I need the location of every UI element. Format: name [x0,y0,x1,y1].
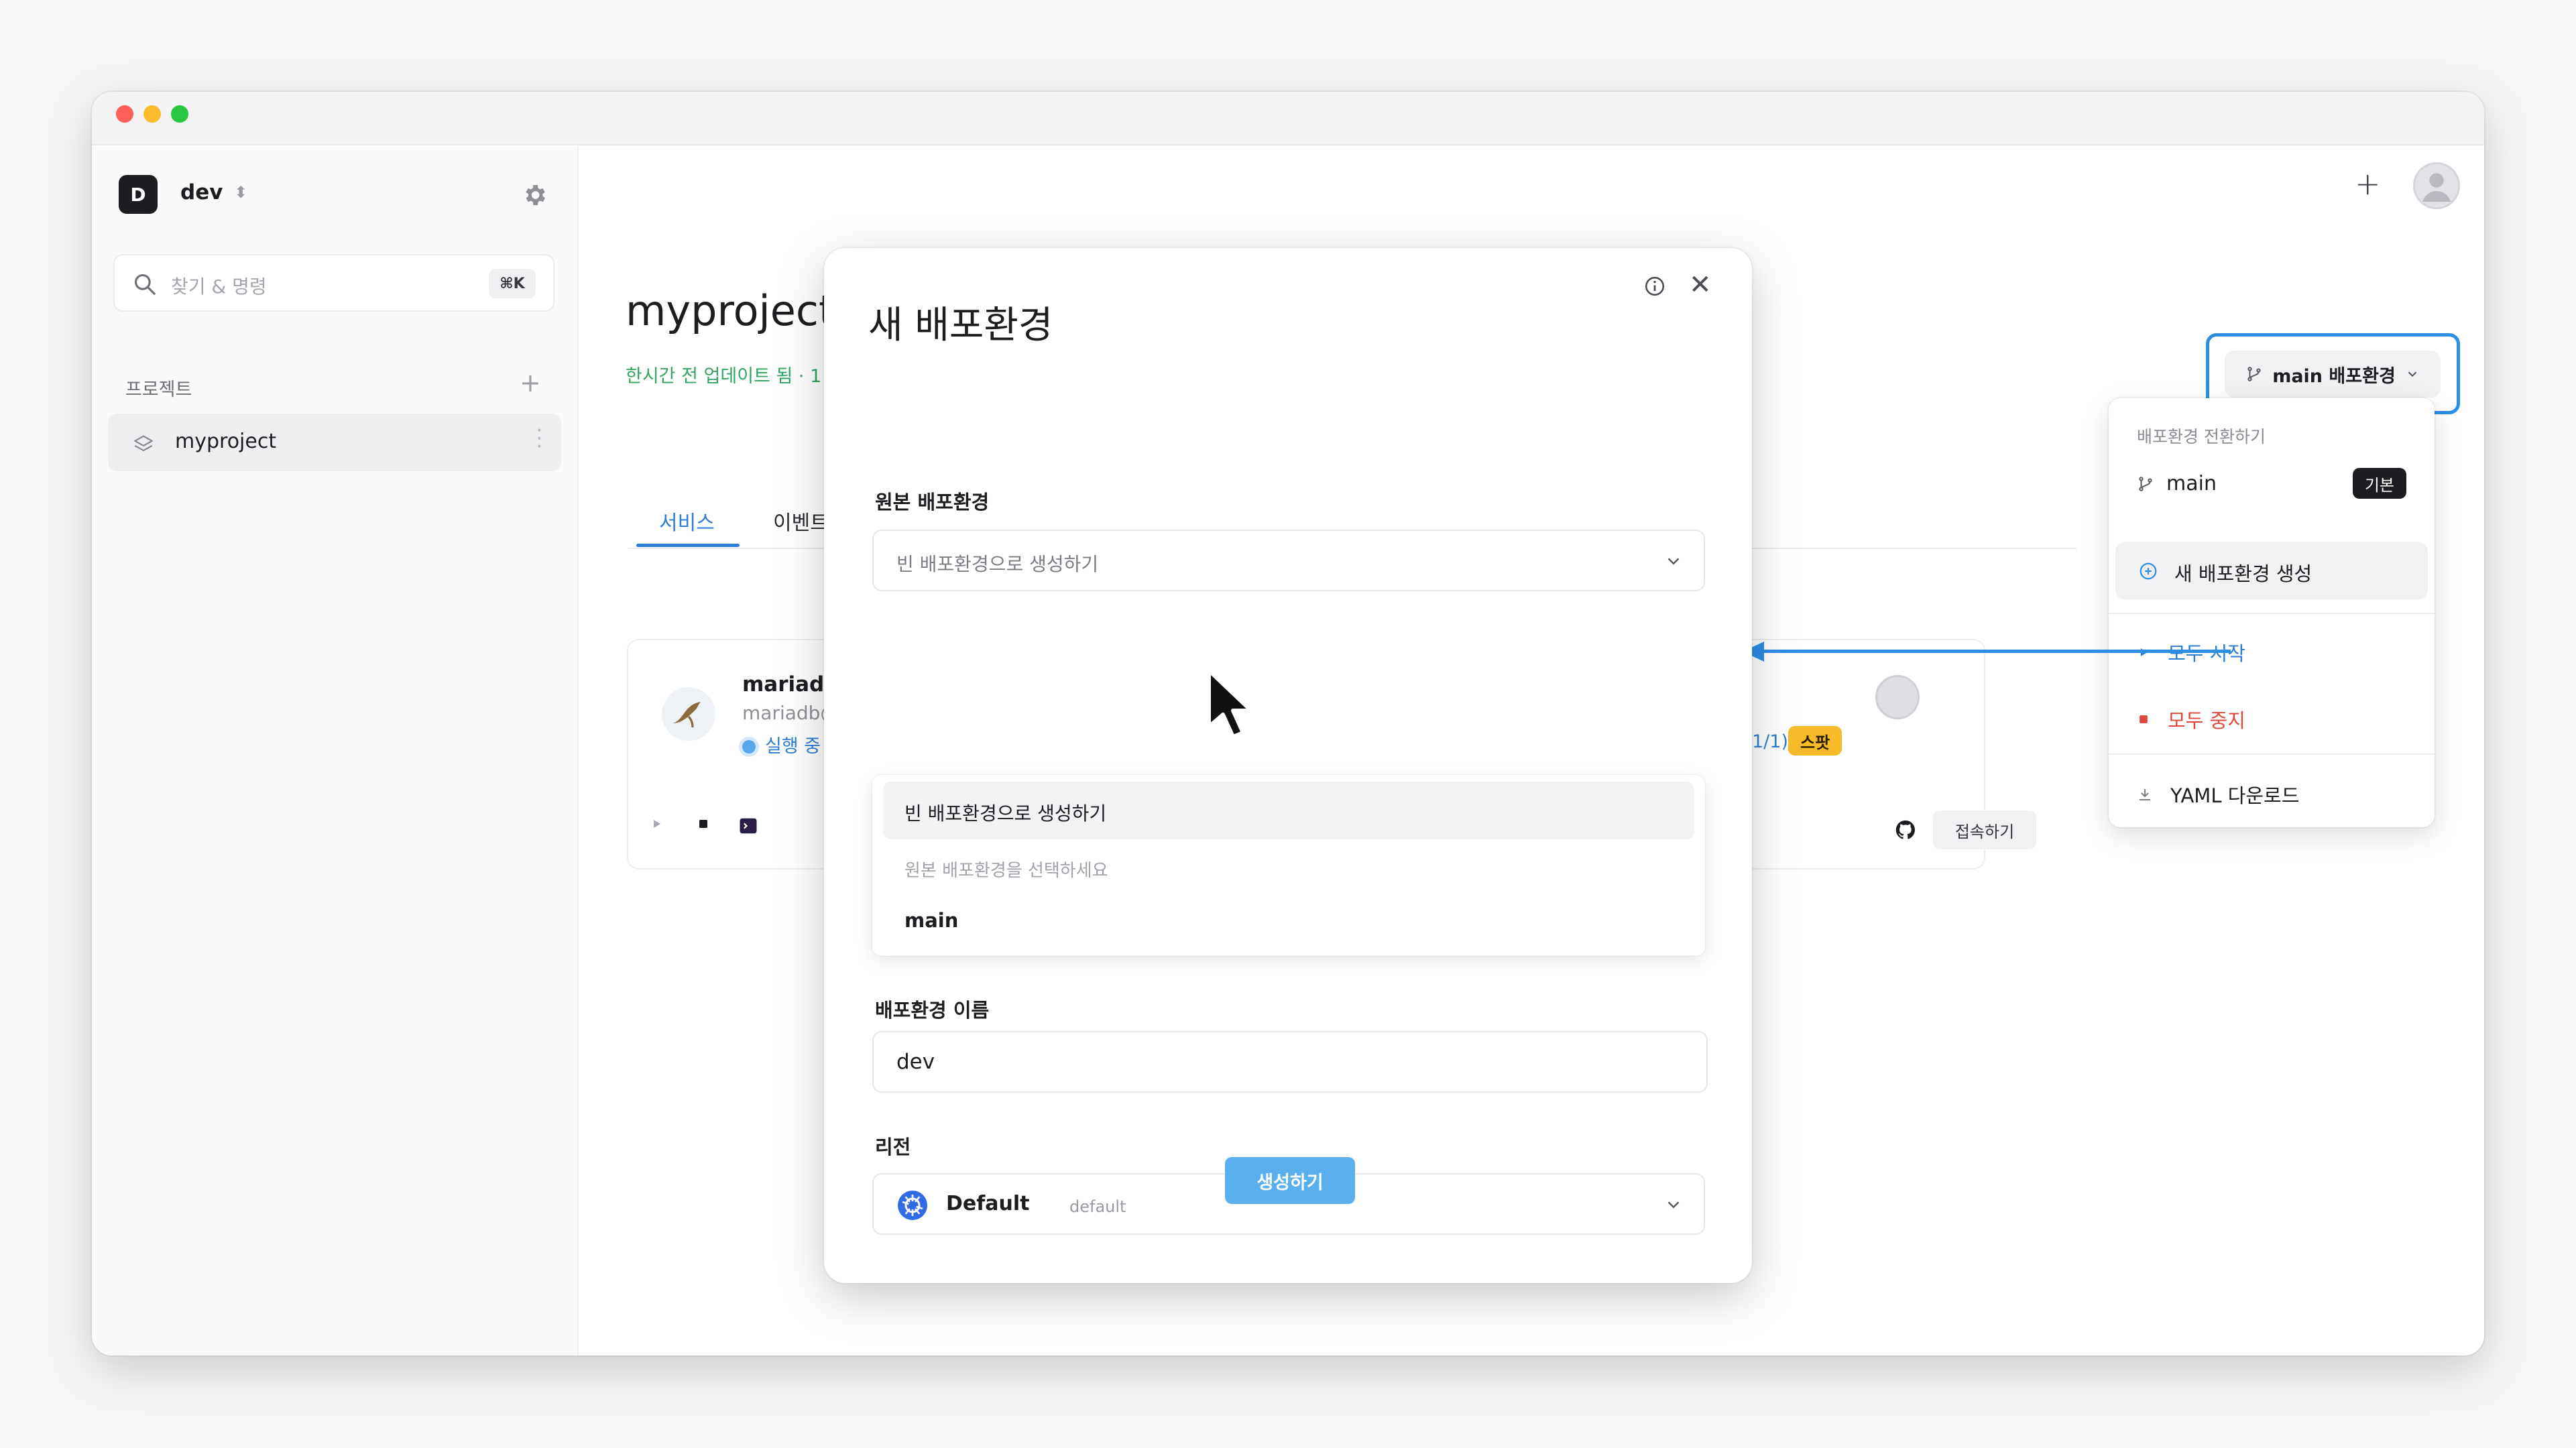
running-dot-icon [742,740,756,753]
play-icon[interactable] [648,816,664,832]
search-shortcut-badge: ⌘K [489,269,536,298]
window-titlebar [92,92,2484,145]
menu-divider [2109,613,2435,614]
menu-divider [2109,753,2435,755]
spot-badge: 스팟 [1788,726,1842,756]
projects-section-label: 프로젝트 [125,379,192,400]
environment-menu: 배포환경 전환하기 main 기본 새 배포환경 생성 모두 시작 모두 중지 … [2109,398,2435,827]
menu-item-yaml-download[interactable]: YAML 다운로드 [2137,780,2299,808]
active-tab-indicator [636,544,740,547]
menu-item-stop-all-label: 모두 중지 [2168,709,2245,732]
window-zoom-button[interactable] [171,105,188,123]
mariadb-logo-icon [662,687,715,741]
chevron-down-icon [1667,1201,1680,1209]
dropdown-option-empty-label: 빈 배포환경으로 생성하기 [904,802,1107,825]
region-label: 리전 [875,1136,911,1158]
branch-icon [2247,367,2261,381]
menu-item-yaml-download-label: YAML 다운로드 [2170,784,2300,807]
menu-item-new-environment-label: 새 배포환경 생성 [2174,562,2312,585]
user-avatar[interactable] [2413,162,2460,209]
menu-item-main[interactable]: main [2137,472,2217,495]
window-minimize-button[interactable] [143,105,161,123]
workspace-switch-icon[interactable]: ⬍ [234,183,247,202]
menu-item-stop-all[interactable]: 모두 중지 [2137,705,2245,733]
updated-status: 한시간 전 업데이트 됨 · 1 [626,366,822,387]
environment-menu-header: 배포환경 전환하기 [2137,427,2266,446]
terminal-icon[interactable] [738,816,758,836]
chevron-down-icon [1667,558,1680,565]
kubernetes-icon [898,1191,927,1220]
info-icon[interactable] [1643,275,1666,298]
sidebar-item-label: myproject [175,430,277,453]
environment-name-field[interactable] [872,1031,1708,1093]
environment-switch-button[interactable]: main 배포환경 [2225,351,2441,398]
source-environment-dropdown: 빈 배포환경으로 생성하기 원본 배포환경을 선택하세요 main [872,775,1705,956]
workspace-avatar[interactable]: D [119,175,158,214]
dropdown-option-main[interactable]: main [904,909,958,932]
source-environment-value: 빈 배포환경으로 생성하기 [896,553,1099,575]
tab-events[interactable]: 이벤트 [773,506,829,536]
sidebar-item-myproject[interactable]: myproject · · · [108,414,561,471]
source-environment-label: 원본 배포환경 [875,491,990,514]
plus-circle-icon [2140,562,2157,580]
environment-switch-label: main 배포환경 [2272,365,2396,387]
sidebar: D dev ⬍ 찾기 & 명령 ⌘K 프로젝트 + myproject · · · [92,147,579,1355]
dialog-title: 새 배포환경 [868,304,1053,347]
replica-count: 1/1) [1752,731,1788,752]
gear-icon[interactable] [521,182,548,208]
create-button[interactable]: 생성하기 [1225,1157,1355,1204]
more-options-icon[interactable]: · · · [536,421,542,457]
stop-icon [2140,715,2148,723]
search-box[interactable]: 찾기 & 명령 ⌘K [113,254,554,312]
new-environment-dialog: 새 배포환경 ✕ 원본 배포환경 빈 배포환경으로 생성하기 빈 배포환경으로 … [824,248,1752,1283]
page-title: myproject [626,286,835,335]
search-placeholder: 찾기 & 명령 [171,276,267,298]
default-badge: 기본 [2352,468,2406,499]
source-environment-select[interactable]: 빈 배포환경으로 생성하기 [872,530,1705,591]
menu-item-main-label: main [2166,472,2217,495]
workspace-name[interactable]: dev [180,180,223,204]
add-project-button[interactable]: + [520,368,541,398]
menu-item-new-environment[interactable]: 새 배포환경 생성 [2115,542,2428,599]
tab-services[interactable]: 서비스 [659,506,715,536]
mouse-cursor-icon [1207,668,1253,739]
branch-icon [2139,476,2152,491]
annotation-arrow-line [1761,650,2231,653]
service-status: 실행 중 [742,731,821,758]
dropdown-hint: 원본 배포환경을 선택하세요 [904,861,1108,881]
close-icon[interactable]: ✕ [1689,269,1712,300]
download-icon [2140,789,2150,800]
layers-icon [134,435,153,452]
add-button[interactable]: + [2355,166,2381,202]
search-icon [134,274,156,295]
region-sub-value: default [1069,1197,1126,1216]
region-value: Default [946,1192,1030,1215]
app-window: D dev ⬍ 찾기 & 명령 ⌘K 프로젝트 + myproject · · · … [92,92,2484,1355]
connect-button[interactable]: 접속하기 [1933,810,2036,849]
service-status-label: 실행 중 [765,736,821,757]
dropdown-option-empty[interactable]: 빈 배포환경으로 생성하기 [883,782,1694,839]
user-icon [2422,173,2451,202]
service-user-avatar [1875,675,1920,719]
stop-icon[interactable] [695,816,711,832]
github-icon[interactable] [1894,819,1917,841]
environment-name-input[interactable] [896,1050,1634,1074]
window-close-button[interactable] [116,105,133,123]
environment-name-label: 배포환경 이름 [875,999,990,1022]
chevron-down-icon [2408,371,2417,377]
